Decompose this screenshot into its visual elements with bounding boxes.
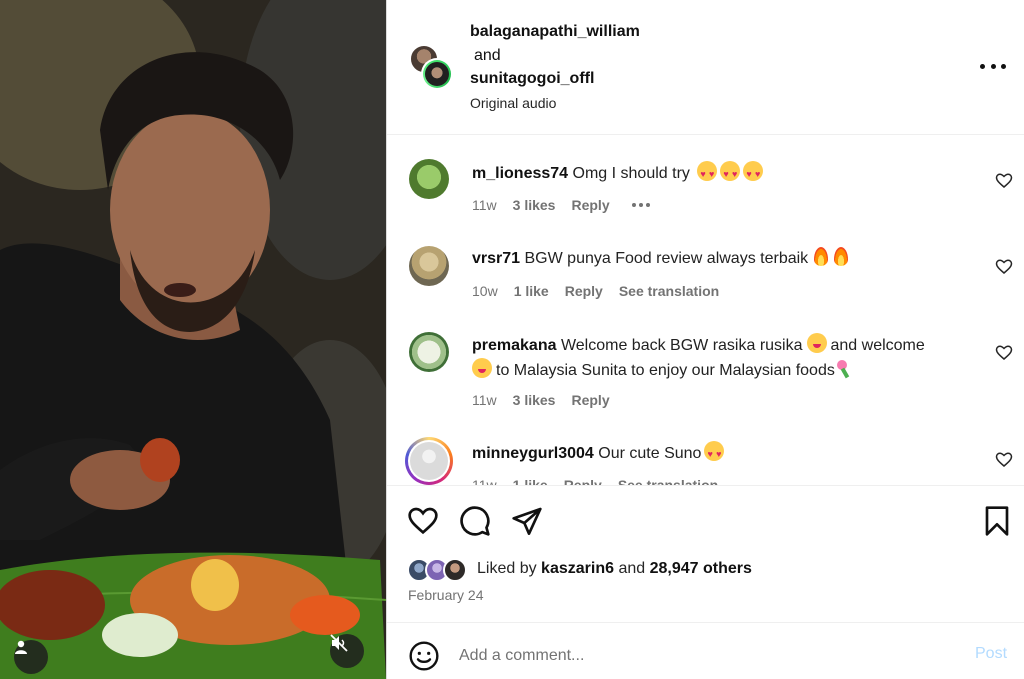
see-translation-link[interactable]: See translation xyxy=(619,283,719,299)
post-header: balaganapathi_william and sunitagogoi_of… xyxy=(387,0,1024,135)
avatar xyxy=(443,558,467,582)
comment-username[interactable]: vrsr71 xyxy=(472,250,520,267)
avatar[interactable] xyxy=(405,437,453,485)
comment-options-button[interactable] xyxy=(631,197,650,213)
bookmark-icon[interactable] xyxy=(981,505,1013,537)
liked-by-user[interactable]: kaszarin6 xyxy=(541,560,614,577)
post-details-panel: balaganapathi_william and sunitagogoi_of… xyxy=(386,0,1024,679)
comment-likes[interactable]: 1 like xyxy=(513,477,548,485)
author-username[interactable]: balaganapathi_william xyxy=(470,23,640,41)
muted-speaker-icon xyxy=(330,634,348,652)
comment-input[interactable] xyxy=(459,643,939,669)
heart-eyes-emoji-icon xyxy=(697,161,718,186)
liked-by-avatars[interactable] xyxy=(407,558,477,582)
reply-button[interactable]: Reply xyxy=(564,477,602,485)
comment-text: minneygurl3004 Our cute Suno xyxy=(472,441,972,466)
comment-time[interactable]: 10w xyxy=(472,283,498,299)
heart-eyes-emoji-icon xyxy=(720,161,741,186)
heart-icon[interactable] xyxy=(995,451,1013,469)
reply-button[interactable]: Reply xyxy=(571,197,609,213)
add-comment-bar: Post xyxy=(387,623,1024,679)
comment-meta: 10w 1 like Reply See translation xyxy=(472,283,719,299)
collaborator-username[interactable]: sunitagogoi_offl xyxy=(470,70,594,88)
collab-conjunction: and xyxy=(474,47,501,64)
send-icon[interactable] xyxy=(511,505,543,537)
reel-video[interactable] xyxy=(0,0,386,679)
comment-text: m_lioness74 Omg I should try xyxy=(472,161,972,186)
heart-eyes-emoji-icon xyxy=(743,161,764,186)
reply-button[interactable]: Reply xyxy=(571,392,609,408)
smiley-icon[interactable] xyxy=(408,640,440,672)
comment-icon[interactable] xyxy=(459,505,491,537)
avatar[interactable] xyxy=(409,159,449,199)
hugging-emoji-icon xyxy=(472,358,492,378)
comment-text: premakana Welcome back BGW rasika rusika… xyxy=(472,333,972,383)
comment-time[interactable]: 11w xyxy=(472,392,497,408)
likes-count[interactable]: 28,947 others xyxy=(650,560,752,577)
smiling-hearts-emoji-icon xyxy=(704,441,725,466)
avatar xyxy=(421,58,453,90)
heart-icon[interactable] xyxy=(995,258,1013,276)
yum-emoji-icon xyxy=(806,333,827,353)
comment-likes[interactable]: 1 like xyxy=(514,283,549,299)
see-translation-link[interactable]: See translation xyxy=(618,477,718,485)
comment-username[interactable]: premakana xyxy=(472,337,557,354)
bouquet-emoji-icon xyxy=(835,360,853,378)
comment-username[interactable]: m_lioness74 xyxy=(472,165,568,182)
comment-username[interactable]: minneygurl3004 xyxy=(472,445,594,462)
user-icon xyxy=(15,640,27,654)
more-horizontal-icon xyxy=(980,63,985,69)
comment-meta: 11w 3 likes Reply xyxy=(472,392,626,408)
collab-avatars[interactable] xyxy=(409,44,453,90)
more-options-button[interactable] xyxy=(980,56,1006,76)
comment-time[interactable]: 11w xyxy=(472,477,497,485)
comments-list[interactable]: m_lioness74 Omg I should try 11w 3 likes… xyxy=(387,136,1024,485)
post-date[interactable]: February 24 xyxy=(408,587,483,603)
comment-likes[interactable]: 3 likes xyxy=(513,392,556,408)
tagged-users-button[interactable] xyxy=(14,640,48,674)
avatar[interactable] xyxy=(409,246,449,286)
comment-text: vrsr71 BGW punya Food review always terb… xyxy=(472,247,972,271)
liked-by-text: Liked by kaszarin6 and 28,947 others xyxy=(477,560,752,577)
comment-time[interactable]: 11w xyxy=(472,197,497,213)
heart-icon[interactable] xyxy=(995,344,1013,362)
post-button[interactable]: Post xyxy=(975,645,1007,663)
fire-emoji-icon xyxy=(814,247,829,266)
avatar[interactable] xyxy=(409,332,449,372)
comment-likes[interactable]: 3 likes xyxy=(513,197,556,213)
comment-meta: 11w 3 likes Reply xyxy=(472,197,650,213)
heart-icon[interactable] xyxy=(407,505,439,537)
fire-emoji-icon xyxy=(834,247,849,266)
mute-button[interactable] xyxy=(330,634,364,668)
video-frame xyxy=(0,0,386,679)
post-actions: Liked by kaszarin6 and 28,947 others Feb… xyxy=(387,485,1024,623)
reply-button[interactable]: Reply xyxy=(565,283,603,299)
heart-icon[interactable] xyxy=(995,172,1013,190)
audio-link[interactable]: Original audio xyxy=(470,95,556,111)
comment-meta: 11w 1 like Reply See translation xyxy=(472,477,718,485)
